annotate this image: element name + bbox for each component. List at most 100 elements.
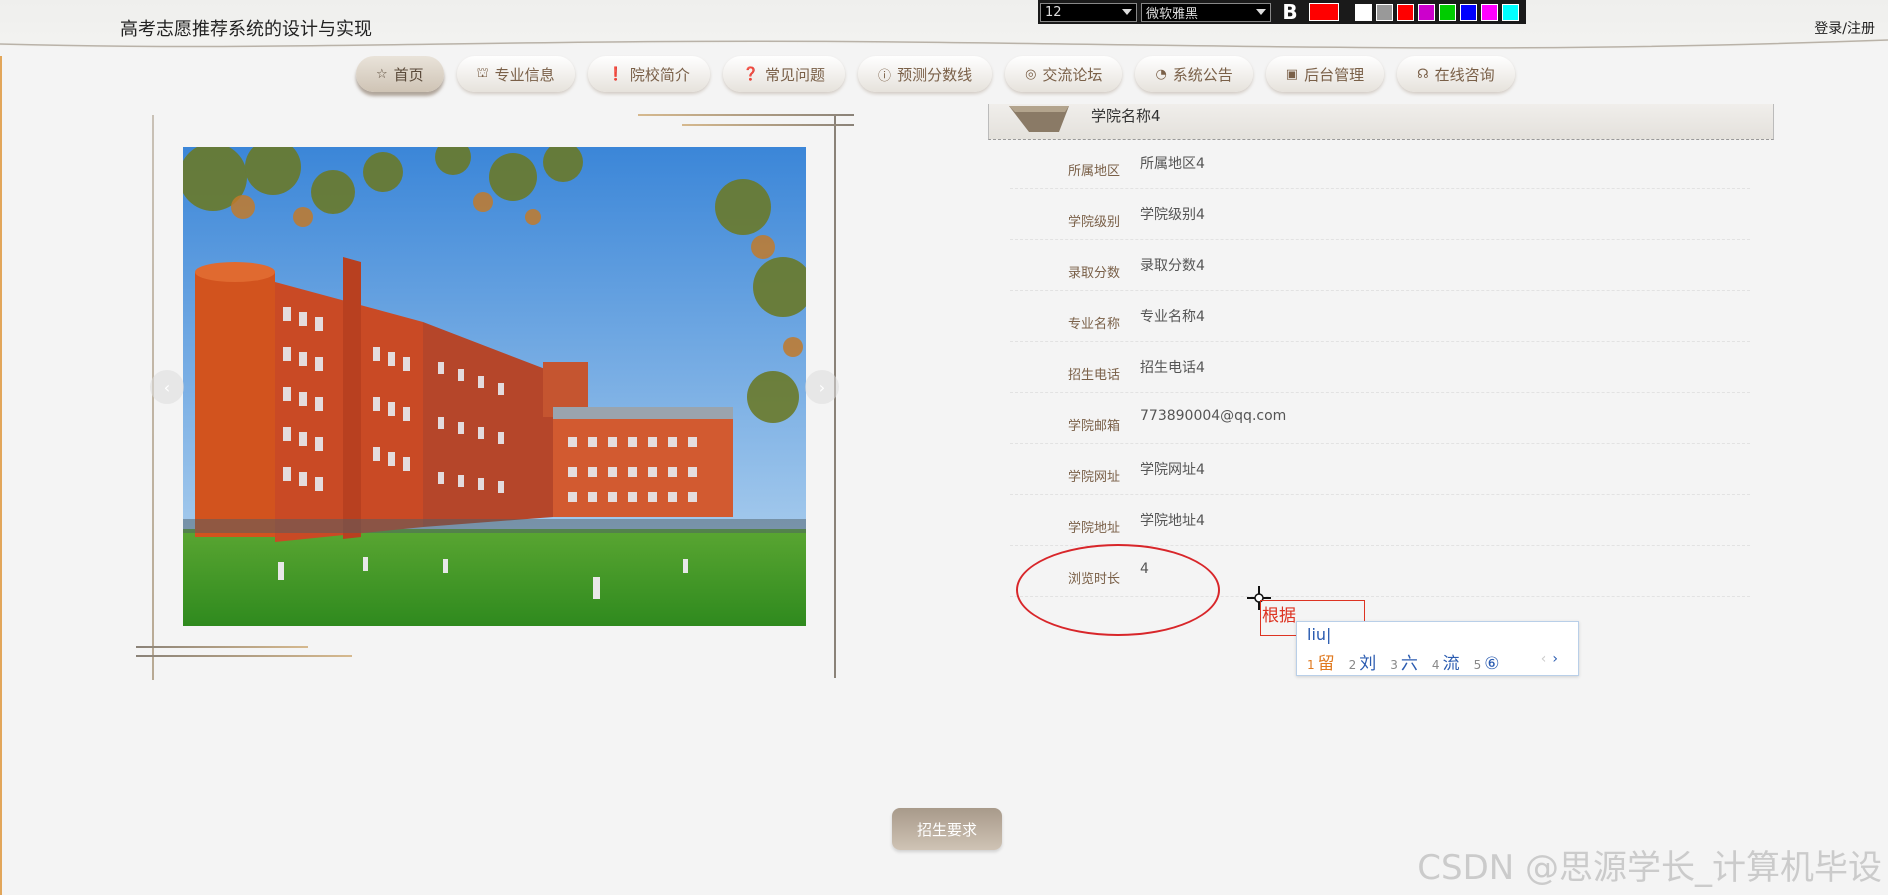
color-swatch-cyan[interactable] (1502, 3, 1519, 21)
ime-candidate-list: 1留 2刘 3六 4流 5⑥ (1307, 649, 1499, 674)
ime-candidate[interactable]: 4流 (1432, 649, 1460, 674)
detail-value: 专业名称4 (1140, 309, 1205, 325)
campus-building-photo (183, 147, 806, 626)
at-icon: ◎ (1025, 66, 1037, 82)
nav-item-label: 专业信息 (494, 65, 555, 84)
detail-row-phone: 招生电话 招生电话4 (1010, 342, 1750, 393)
chevron-down-icon (1256, 9, 1266, 15)
color-swatch-gray[interactable] (1376, 3, 1393, 21)
font-size-value: 12 (1045, 4, 1062, 20)
detail-row-score: 录取分数 录取分数4 (1010, 240, 1750, 291)
ime-candidate-text: 留 (1317, 654, 1335, 674)
font-size-select[interactable]: 12 (1040, 2, 1137, 22)
detail-label: 学院地址 (1067, 521, 1120, 536)
nav-item-label: 系统公告 (1172, 65, 1233, 84)
nav-item-predict[interactable]: ⓘ 预测分数线 (858, 56, 993, 92)
login-register-link[interactable]: 登录/注册 (1814, 18, 1875, 38)
detail-value: 学院网址4 (1140, 462, 1205, 478)
top-header: 高考志愿推荐系统的设计与实现 登录/注册 (0, 0, 1888, 56)
detail-label: 所属地区 (1067, 164, 1120, 179)
font-family-select[interactable]: 微软雅黑 (1141, 2, 1271, 22)
carousel-next-button[interactable]: › (805, 370, 839, 404)
color-swatch-blue[interactable] (1460, 3, 1477, 21)
gauge-icon: ◔ (1155, 66, 1167, 82)
ime-page-arrows: ‹› (1541, 651, 1564, 667)
nav-item-label: 预测分数线 (897, 65, 973, 84)
current-color-swatch[interactable] (1309, 3, 1339, 21)
nav-item-label: 常见问题 (765, 65, 826, 84)
nav-item-label: 首页 (393, 65, 424, 84)
ime-candidate-text: 流 (1442, 654, 1460, 674)
annotation-text: 根据 (1262, 606, 1296, 626)
ime-candidate-text: 六 (1400, 654, 1418, 674)
ime-candidate[interactable]: 3六 (1390, 649, 1418, 674)
detail-row-address: 学院地址 学院地址4 (1010, 495, 1750, 546)
nav-item-label: 院校简介 (629, 65, 690, 84)
deco-line (682, 124, 854, 126)
college-detail-list: 所属地区 所属地区4 学院级别 学院级别4 录取分数 录取分数4 专业名称 专业… (1010, 138, 1750, 597)
ime-pinyin: liu (1307, 625, 1327, 644)
enrollment-requirements-button[interactable]: 招生要求 (892, 808, 1002, 850)
annotation-ellipse (1016, 544, 1220, 636)
color-swatch-red[interactable] (1397, 3, 1414, 21)
nav-item-majors[interactable]: ⛫ 专业信息 (456, 56, 575, 92)
ime-next-page-icon[interactable]: › (1552, 651, 1564, 667)
ime-candidate[interactable]: 5⑥ (1474, 654, 1500, 674)
ime-candidate-window: liu| 1留 2刘 3六 4流 5⑥ ‹› (1296, 621, 1579, 676)
question-icon: ❓ (742, 66, 760, 82)
chevron-down-icon (1122, 9, 1132, 15)
nav-item-admin[interactable]: ▣ 后台管理 (1265, 56, 1385, 92)
color-swatch-purple[interactable] (1418, 3, 1435, 21)
nav-item-home[interactable]: ☆ 首页 (356, 56, 444, 92)
ime-candidate[interactable]: 1留 (1307, 649, 1335, 674)
headset-icon: ☊ (1417, 66, 1429, 82)
ime-candidate-number: 1 (1307, 658, 1315, 672)
page-left-border (0, 0, 2, 895)
info-icon: ⓘ (878, 68, 892, 84)
watermark: CSDN @思源学长_计算机毕设 (1417, 848, 1882, 888)
ime-prev-page-icon[interactable]: ‹ (1541, 651, 1553, 667)
annotation-toolbar: 12 微软雅黑 B (1038, 0, 1526, 24)
bold-button[interactable]: B (1275, 0, 1305, 24)
detail-label: 学院邮箱 (1067, 419, 1120, 434)
college-title-bar: 学院名称4 (988, 104, 1774, 140)
detail-value: 招生电话4 (1140, 360, 1205, 376)
detail-row-website: 学院网址 学院网址4 (1010, 444, 1750, 495)
color-swatch-green[interactable] (1439, 3, 1456, 21)
carousel-prev-button[interactable]: ‹ (150, 370, 184, 404)
star-icon: ☆ (376, 66, 388, 82)
detail-row-major: 专业名称 专业名称4 (1010, 291, 1750, 342)
font-family-value: 微软雅黑 (1146, 6, 1199, 22)
exclamation-icon: ❗ (607, 66, 624, 82)
detail-label: 录取分数 (1067, 266, 1120, 281)
chevron-left-icon: ‹ (163, 377, 171, 397)
chevron-right-icon: › (818, 377, 826, 397)
detail-value: 学院地址4 (1140, 513, 1205, 529)
color-swatch-magenta[interactable] (1481, 3, 1498, 21)
briefcase-icon: ▣ (1285, 66, 1299, 82)
detail-value: 所属地区4 (1140, 156, 1205, 172)
ime-candidate-number: 4 (1431, 658, 1440, 672)
detail-value: 773890004@qq.com (1140, 408, 1287, 424)
nav-item-colleges[interactable]: ❗ 院校简介 (587, 56, 710, 92)
nav-item-label: 后台管理 (1304, 65, 1365, 84)
ime-candidate[interactable]: 2刘 (1349, 649, 1377, 674)
nav-item-faq[interactable]: ❓ 常见问题 (722, 56, 846, 92)
detail-label: 招生电话 (1067, 368, 1120, 383)
ime-candidate-number: 3 (1390, 658, 1398, 672)
detail-value: 学院级别4 (1140, 207, 1205, 223)
title-ribbon-shape (1009, 106, 1069, 132)
detail-label: 学院网址 (1067, 470, 1120, 485)
nav-item-consult[interactable]: ☊ 在线咨询 (1397, 56, 1515, 92)
college-name: 学院名称4 (1091, 107, 1161, 125)
deco-line (136, 646, 308, 648)
bag-icon: ⛫ (476, 65, 489, 81)
deco-line (136, 655, 352, 657)
nav-item-announcements[interactable]: ◔ 系统公告 (1135, 56, 1253, 92)
deco-line (638, 114, 854, 116)
nav-item-label: 交流论坛 (1042, 65, 1103, 84)
nav-item-forum[interactable]: ◎ 交流论坛 (1005, 56, 1123, 92)
site-title: 高考志愿推荐系统的设计与实现 (120, 19, 372, 40)
ime-candidate-text: 刘 (1359, 654, 1377, 674)
color-swatch-white[interactable] (1355, 3, 1372, 21)
